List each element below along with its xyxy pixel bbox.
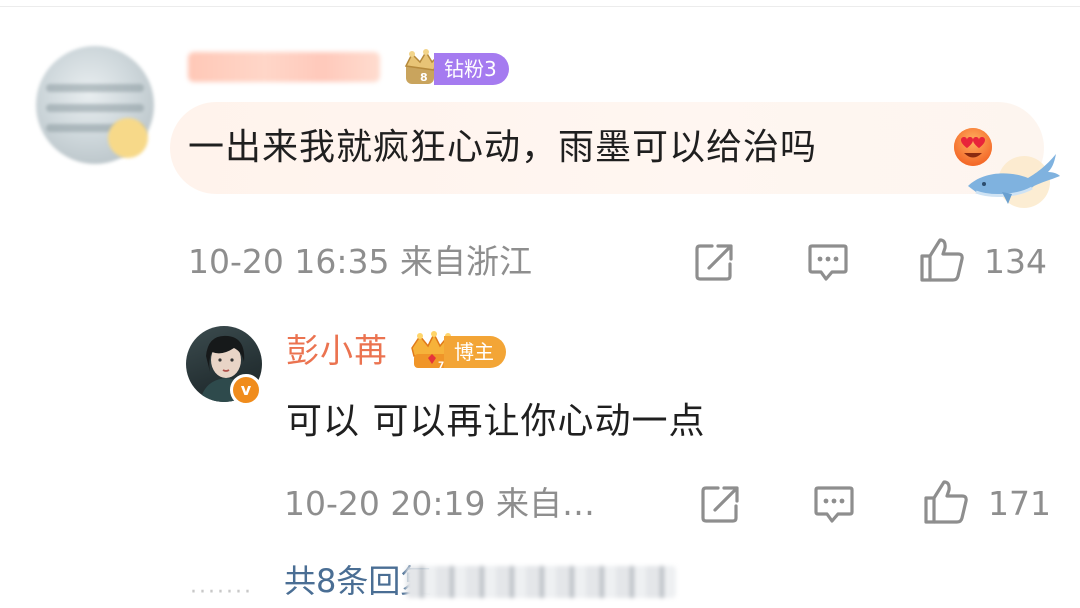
like-count: 134 [984, 242, 1047, 281]
reply-comment-icon[interactable] [812, 482, 856, 526]
comment-icon[interactable] [806, 240, 850, 284]
like-icon[interactable] [918, 236, 966, 284]
avatar-badge-icon [108, 118, 148, 158]
reply-like-icon[interactable] [922, 478, 970, 526]
blogger-badge: 博主 [444, 336, 506, 368]
comment-time-location: 10-20 16:35 来自浙江 [188, 242, 532, 281]
whale-decoration-icon [968, 154, 1060, 208]
reply-time-location: 10-20 20:19 来自… [284, 484, 595, 523]
reply-preview-blurred [406, 566, 676, 598]
dotted-separator: ······· [190, 580, 253, 605]
svg-text:8: 8 [420, 71, 428, 84]
fan-level-badge: 钻粉3 [434, 53, 509, 85]
reply-like-count: 171 [988, 484, 1051, 523]
reply-username[interactable]: 彭小苒 [286, 330, 388, 372]
top-divider [0, 6, 1080, 7]
reply-text: 可以 可以再让你心动一点 [286, 401, 706, 442]
verified-icon: v [230, 374, 262, 406]
reply-share-icon[interactable] [698, 482, 742, 526]
share-icon[interactable] [692, 240, 736, 284]
comment-text: 一出来我就疯狂心动，雨墨可以给治吗 [188, 127, 818, 168]
username-blurred[interactable] [188, 52, 380, 82]
